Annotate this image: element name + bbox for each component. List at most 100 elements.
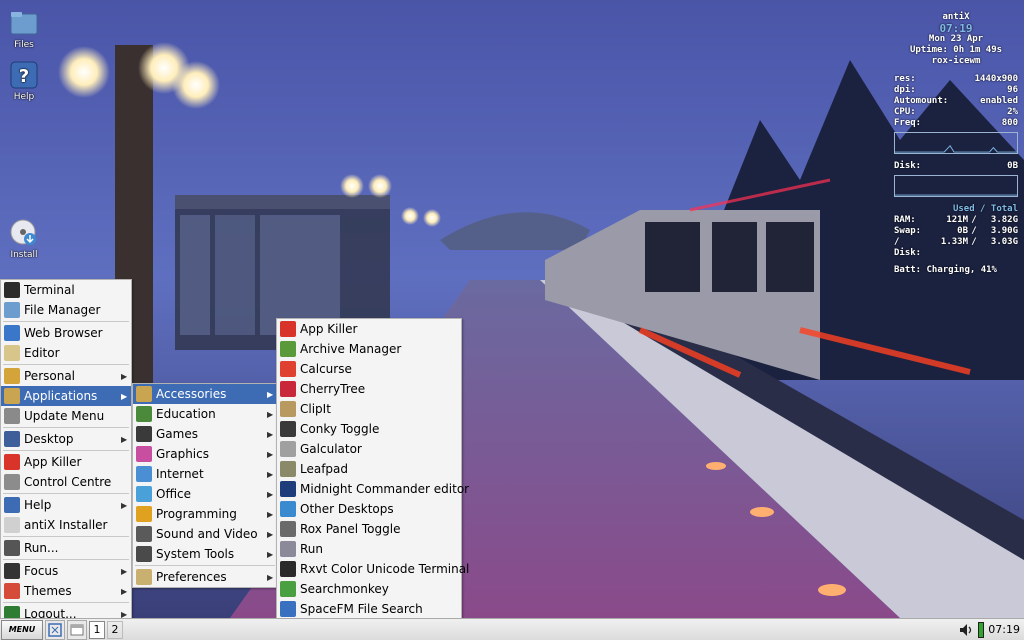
menu-item-rxvt-color-unicode-terminal[interactable]: Rxvt Color Unicode Terminal (277, 559, 469, 579)
conky-icon (280, 421, 296, 437)
network-status-icon[interactable] (978, 621, 985, 638)
menu-separator (3, 602, 129, 603)
menu-item-themes[interactable]: Themes ▶ (1, 581, 131, 601)
menu-item-galculator[interactable]: Galculator (277, 439, 461, 459)
menu-item-file-manager[interactable]: File Manager (1, 300, 131, 320)
app-killer-icon (280, 321, 296, 337)
menu-item-label: Calcurse (300, 362, 352, 376)
menu-item-cherrytree[interactable]: CherryTree (277, 379, 461, 399)
menu-item-internet[interactable]: Internet ▶ (133, 464, 277, 484)
menu-item-editor[interactable]: Editor (1, 343, 131, 363)
menu-item-programming[interactable]: Programming ▶ (133, 504, 277, 524)
cherry-icon (280, 381, 296, 397)
submenu-arrow-icon: ▶ (121, 566, 128, 576)
conky-date: Mon 23 Apr (928, 34, 984, 44)
start-menu-button[interactable]: MENU (1, 619, 43, 640)
menu-separator (135, 565, 275, 566)
menu-item-label: Accessories (156, 387, 227, 401)
mem-used: 1.33M (940, 237, 968, 247)
menu-item-sound-and-video[interactable]: Sound and Video ▶ (133, 524, 277, 544)
menu-item-app-killer[interactable]: App Killer (277, 319, 461, 339)
menu-item-label: Office (156, 487, 192, 501)
mem-sep: / (971, 237, 977, 247)
show-desktop-button[interactable] (45, 619, 65, 640)
internet-icon (136, 466, 152, 482)
menu-item-games[interactable]: Games ▶ (133, 424, 277, 444)
cpu-graph (894, 132, 1018, 154)
menu-item-clipit[interactable]: ClipIt (277, 399, 461, 419)
menu-item-education[interactable]: Education ▶ (133, 404, 277, 424)
web-browser-icon (4, 325, 20, 341)
stat-label: Automount: (894, 96, 949, 106)
desktop-icon-label: Install (10, 250, 38, 260)
menu-item-applications[interactable]: Applications ▶ (1, 386, 131, 406)
system-tray: 07:19 (958, 620, 1024, 640)
stat-value: 800 (1001, 118, 1018, 128)
menu-item-label: Internet (156, 467, 204, 481)
workspace-2-button[interactable]: 2 (107, 620, 123, 639)
desktop-icon-install[interactable]: Install (0, 218, 48, 260)
menu-item-archive-manager[interactable]: Archive Manager (277, 339, 461, 359)
stat-label: Freq: (894, 118, 922, 128)
menu-item-midnight-commander-editor[interactable]: Midnight Commander editor (277, 479, 469, 499)
menu-item-leafpad[interactable]: Leafpad (277, 459, 461, 479)
education-icon (136, 406, 152, 422)
archive-manager-icon (280, 341, 296, 357)
taskbar-clock[interactable]: 07:19 (988, 623, 1020, 636)
menu-item-accessories[interactable]: Accessories ▶ (133, 384, 277, 404)
applications-icon (4, 388, 20, 404)
desktop-icon-help[interactable]: ? Help (0, 60, 48, 102)
menu-item-app-killer[interactable]: App Killer (1, 452, 131, 472)
mem-label: RAM: (894, 215, 916, 225)
menu-item-label: Programming (156, 507, 237, 521)
menu-item-web-browser[interactable]: Web Browser (1, 323, 131, 343)
menu-item-label: App Killer (300, 322, 358, 336)
menu-item-run[interactable]: Run (277, 539, 461, 559)
mem-used: 0B (957, 226, 968, 236)
menu-item-help[interactable]: Help ▶ (1, 495, 131, 515)
volume-icon[interactable] (958, 622, 974, 638)
menu-item-office[interactable]: Office ▶ (133, 484, 277, 504)
install-disc-icon (10, 219, 36, 245)
menu-item-run[interactable]: Run... (1, 538, 131, 558)
menu-item-other-desktops[interactable]: Other Desktops (277, 499, 461, 519)
menu-item-terminal[interactable]: Terminal (1, 280, 131, 300)
mem-total: 3.90G (990, 226, 1018, 236)
menu-item-searchmonkey[interactable]: Searchmonkey (277, 579, 461, 599)
workspace-1-button[interactable]: 1 (89, 620, 105, 639)
menu-item-preferences[interactable]: Preferences ▶ (133, 567, 277, 587)
window-list-button[interactable] (67, 619, 87, 640)
office-icon (136, 486, 152, 502)
file-search-icon (280, 601, 296, 617)
menu-item-spacefm-file-search[interactable]: SpaceFM File Search (277, 599, 461, 619)
battery-status: Batt: Charging, 41% (894, 265, 997, 275)
menu-item-focus[interactable]: Focus ▶ (1, 561, 131, 581)
submenu-arrow-icon: ▶ (121, 586, 128, 596)
stat-label: res: (894, 74, 916, 84)
window-icon (70, 624, 84, 635)
file-manager-icon (4, 302, 20, 318)
menu-item-rox-panel-toggle[interactable]: Rox Panel Toggle (277, 519, 461, 539)
menu-item-antix-installer[interactable]: antiX Installer (1, 515, 131, 535)
accessories-icon (136, 386, 152, 402)
menu-item-control-centre[interactable]: Control Centre (1, 472, 131, 492)
help-icon (4, 497, 20, 513)
mem-total: 3.82G (990, 215, 1018, 225)
stat-label: dpi: (894, 85, 916, 95)
menu-item-update-menu[interactable]: Update Menu (1, 406, 131, 426)
menu-item-desktop[interactable]: Desktop ▶ (1, 429, 131, 449)
menu-separator (3, 321, 129, 322)
menu-item-graphics[interactable]: Graphics ▶ (133, 444, 277, 464)
desktop-icon-files[interactable]: Files (0, 8, 48, 50)
mem-label: Swap: (894, 226, 922, 236)
menu-item-system-tools[interactable]: System Tools ▶ (133, 544, 277, 564)
menu-item-conky-toggle[interactable]: Conky Toggle (277, 419, 461, 439)
menu-item-calcurse[interactable]: Calcurse (277, 359, 461, 379)
menu-item-label: Searchmonkey (300, 582, 389, 596)
graphics-icon (136, 446, 152, 462)
menu-item-label: Personal (24, 369, 76, 383)
menu-item-label: Rox Panel Toggle (300, 522, 401, 536)
terminal-icon (4, 282, 20, 298)
mem-label: / Disk: (894, 237, 922, 258)
menu-item-personal[interactable]: Personal ▶ (1, 366, 131, 386)
